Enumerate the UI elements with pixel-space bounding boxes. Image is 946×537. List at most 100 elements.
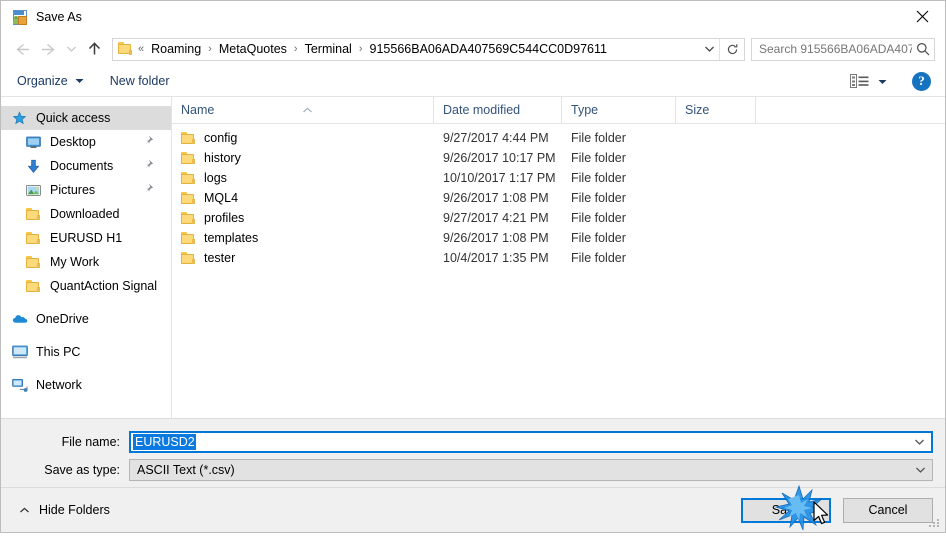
up-button[interactable] — [81, 36, 107, 62]
hide-folders-button[interactable]: Hide Folders — [13, 503, 110, 517]
breadcrumb-separator: › — [358, 43, 363, 55]
download-arrow-icon — [25, 158, 42, 174]
view-list-icon — [850, 73, 869, 88]
file-name-value: EURUSD2 — [133, 434, 196, 450]
sidebar-item-this-pc[interactable]: This PC — [1, 340, 171, 364]
chevron-down-icon[interactable] — [915, 460, 926, 480]
forward-button[interactable] — [35, 36, 61, 62]
breadcrumb-overflow[interactable]: « — [138, 43, 149, 55]
file-date-cell: 9/27/2017 4:21 PM — [443, 211, 549, 225]
sidebar-item-downloaded[interactable]: Downloaded — [1, 202, 171, 226]
onedrive-cloud-icon — [11, 311, 28, 327]
file-date-cell: 9/26/2017 1:08 PM — [443, 191, 549, 205]
folder-icon — [118, 42, 134, 56]
recent-locations-button[interactable] — [61, 36, 81, 62]
breadcrumb-separator: › — [208, 43, 212, 55]
breadcrumb-item-metaquotes[interactable]: MetaQuotes — [217, 42, 289, 56]
table-row[interactable]: MQL4 9/26/2017 1:08 PM File folder — [172, 188, 945, 208]
save-as-type-select[interactable]: ASCII Text (*.csv) — [129, 459, 933, 481]
file-date-cell: 10/4/2017 1:35 PM — [443, 251, 549, 265]
sidebar-item-label: My Work — [50, 255, 100, 269]
sidebar-item-network[interactable]: Network — [1, 373, 171, 397]
help-label: ? — [918, 73, 925, 88]
help-button[interactable]: ? — [912, 71, 931, 91]
file-name-cell: templates — [172, 231, 434, 245]
file-date-cell: 10/10/2017 1:17 PM — [443, 171, 556, 185]
organize-button[interactable]: Organize — [17, 74, 84, 88]
search-box[interactable]: Search 915566BA06ADA40756... — [751, 37, 935, 61]
table-row[interactable]: tester 10/4/2017 1:35 PM File folder — [172, 248, 945, 268]
sidebar-item-pictures[interactable]: Pictures — [1, 178, 171, 202]
sidebar-item-quantaction-signal[interactable]: QuantAction Signal — [1, 274, 171, 298]
folder-icon — [181, 172, 196, 184]
address-dropdown-button[interactable] — [699, 39, 719, 60]
file-name-label: history — [204, 151, 241, 165]
navigation-pane: Quick access Desktop Documents Pictures … — [1, 97, 172, 418]
monitor-icon — [25, 134, 42, 150]
file-name-input[interactable]: EURUSD2 — [129, 431, 933, 453]
cancel-label: Cancel — [868, 503, 908, 517]
hide-folders-label: Hide Folders — [39, 503, 110, 517]
file-type-row: Save as type: ASCII Text (*.csv) — [13, 459, 933, 481]
change-view-button[interactable] — [850, 73, 887, 89]
sidebar-item-my-work[interactable]: My Work — [1, 250, 171, 274]
column-header-type[interactable]: Type — [562, 97, 676, 123]
resize-grip-icon[interactable] — [929, 517, 941, 529]
column-header-date-modified[interactable]: Date modified — [434, 97, 562, 123]
save-button[interactable]: Save — [741, 497, 831, 523]
cancel-button[interactable]: Cancel — [843, 497, 933, 523]
column-header-filler — [756, 97, 945, 123]
file-type-cell: File folder — [571, 191, 626, 205]
save-as-dialog: Save As « Roaming › MetaQuotes › Termina… — [0, 0, 946, 533]
table-row[interactable]: profiles 9/27/2017 4:21 PM File folder — [172, 208, 945, 228]
new-folder-button[interactable]: New folder — [110, 74, 170, 88]
title-bar: Save As — [1, 1, 945, 32]
close-button[interactable] — [899, 1, 945, 32]
sidebar-item-documents[interactable]: Documents — [1, 154, 171, 178]
table-row[interactable]: templates 9/26/2017 1:08 PM File folder — [172, 228, 945, 248]
column-header-size-label: Size — [685, 103, 710, 117]
breadcrumb-item-guid[interactable]: 915566BA06ADA407569C544CC0D97611 — [368, 42, 609, 56]
sidebar-item-eurusd-h1[interactable]: EURUSD H1 — [1, 226, 171, 250]
sidebar-item-label: QuantAction Signal — [50, 279, 158, 293]
save-as-type-value: ASCII Text (*.csv) — [137, 463, 235, 477]
sidebar-item-quick-access[interactable]: Quick access — [1, 106, 171, 130]
refresh-button[interactable] — [719, 38, 744, 60]
folder-icon — [181, 212, 196, 224]
caret-down-icon — [878, 74, 887, 88]
breadcrumb-item-roaming[interactable]: Roaming — [149, 42, 203, 56]
folder-icon — [25, 254, 42, 270]
pin-icon[interactable] — [143, 159, 154, 173]
sidebar-item-label: Quick access — [36, 111, 111, 125]
search-input[interactable]: Search 915566BA06ADA40756... — [752, 42, 912, 56]
address-bar[interactable]: « Roaming › MetaQuotes › Terminal › 9155… — [112, 37, 745, 61]
dialog-body: Quick access Desktop Documents Pictures … — [1, 97, 945, 418]
column-header-name[interactable]: Name — [172, 97, 434, 123]
navigation-bar: « Roaming › MetaQuotes › Terminal › 9155… — [1, 32, 945, 66]
organize-label: Organize — [17, 74, 68, 88]
breadcrumb: « Roaming › MetaQuotes › Terminal › 9155… — [138, 42, 699, 56]
back-button[interactable] — [9, 36, 35, 62]
table-row[interactable]: config 9/27/2017 4:44 PM File folder — [172, 128, 945, 148]
sidebar-item-onedrive[interactable]: OneDrive — [1, 307, 171, 331]
sidebar-item-label: Desktop — [50, 135, 96, 149]
chevron-down-icon[interactable] — [914, 433, 925, 451]
up-arrow-icon — [88, 42, 100, 55]
back-arrow-icon — [15, 43, 29, 55]
file-type-cell: File folder — [571, 211, 626, 225]
column-header-size[interactable]: Size — [676, 97, 756, 123]
sidebar-item-desktop[interactable]: Desktop — [1, 130, 171, 154]
pin-icon[interactable] — [143, 135, 154, 149]
breadcrumb-item-terminal[interactable]: Terminal — [303, 42, 354, 56]
save-as-icon — [11, 9, 27, 25]
sort-ascending-icon — [302, 97, 313, 123]
sidebar-item-label: This PC — [36, 345, 81, 359]
file-name-cell: profiles — [172, 211, 434, 225]
table-row[interactable]: logs 10/10/2017 1:17 PM File folder — [172, 168, 945, 188]
pin-icon[interactable] — [143, 183, 154, 197]
folder-icon — [25, 278, 42, 294]
file-type-cell: File folder — [571, 231, 626, 245]
table-row[interactable]: history 9/26/2017 10:17 PM File folder — [172, 148, 945, 168]
breadcrumb-separator: › — [293, 43, 298, 55]
file-name-label: config — [204, 131, 238, 145]
